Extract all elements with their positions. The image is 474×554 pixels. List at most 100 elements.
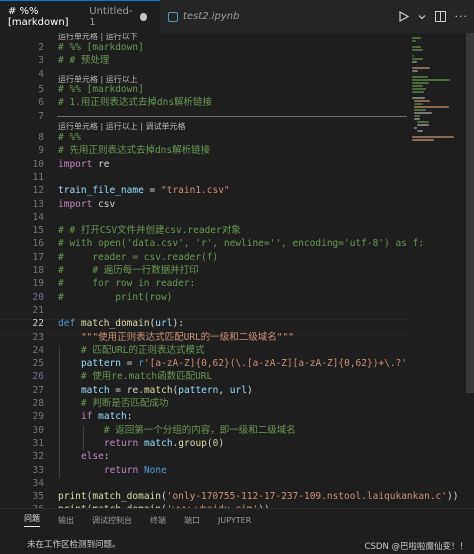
minimap-line: [412, 58, 423, 60]
code-text: # 匹配URL的正则表达式模式: [58, 344, 205, 356]
code-text: # # 打开CSV文件并创建csv.reader对象: [58, 225, 241, 237]
panel-tab-jupyter[interactable]: JUPYTER: [218, 516, 251, 525]
code-text: import csv: [58, 198, 116, 210]
code-line[interactable]: 23 """使用正则表达式匹配URL的一级和二级域名""": [0, 331, 410, 345]
code-line[interactable]: 11: [0, 171, 410, 185]
code-line[interactable]: 32 else:: [0, 450, 410, 464]
line-number: 6: [38, 97, 44, 109]
line-number: 30: [32, 424, 44, 436]
code-text: if match:: [80, 411, 133, 423]
editor-actions: ···: [398, 0, 469, 33]
code-text: pattern = r'[a-zA-Z]{0,62}(\.[a-zA-Z][a-…: [80, 358, 408, 370]
code-line[interactable]: 9 # 先用正则表达式去掉dns解析链接: [0, 144, 410, 158]
code-line[interactable]: 24 # 匹配URL的正则表达式模式: [0, 344, 410, 358]
code-text: else:: [80, 451, 110, 463]
tab-label: # %% [markdown]: [8, 6, 69, 28]
minimap-line: [412, 40, 417, 42]
tab-untitled-1[interactable]: # %% [markdown] Untitled-1: [0, 0, 160, 33]
minimap-line: [412, 91, 424, 93]
code-text: # 使用re.match函数匹配URL: [58, 371, 213, 383]
code-text: # reader = csv.reader(f): [58, 251, 219, 263]
line-number: 35: [32, 491, 44, 503]
code-text: """使用正则表达式匹配URL的一级和二级域名""": [80, 331, 294, 343]
tab-test2-ipynb[interactable]: test2.ipynb: [160, 0, 255, 33]
code-line[interactable]: 10 import re: [0, 158, 410, 172]
code-line[interactable]: 14: [0, 211, 410, 225]
minimap-line: [412, 88, 427, 90]
minimap-line: [412, 79, 451, 81]
minimap-line: [414, 112, 433, 114]
code-line[interactable]: 18 # # 遍历每一行数据并打印: [0, 264, 410, 278]
more-icon[interactable]: ···: [455, 10, 469, 23]
line-number: 8: [38, 132, 44, 143]
minimap-line: [412, 46, 421, 48]
code-text: # 返回第一个分组的内容，即一级和二级域名: [58, 424, 296, 436]
line-number: 5: [38, 84, 44, 95]
code-text: # # 预处理: [58, 55, 110, 67]
code-line[interactable]: 25 pattern = r'[a-zA-Z]{0,62}(\.[a-zA-Z]…: [0, 357, 410, 371]
line-number: 2: [38, 42, 44, 53]
vertical-scrollbar[interactable]: [466, 33, 474, 508]
code-text: # 先用正则表达式去掉dns解析链接: [58, 145, 211, 157]
code-line[interactable]: 22 def match_domain(url):: [0, 317, 410, 331]
code-line[interactable]: 4: [0, 68, 410, 82]
code-line[interactable]: 19 # for row in reader:: [0, 277, 410, 291]
minimap-line: [412, 82, 429, 84]
panel-tab-problems[interactable]: 问题: [24, 513, 40, 527]
minimap-line: [414, 118, 420, 120]
panel-tab-output[interactable]: 输出: [58, 515, 74, 526]
code-line[interactable]: 15 # # 打开CSV文件并创建csv.reader对象: [0, 224, 410, 238]
minimap-line: [414, 103, 424, 105]
line-number: 27: [32, 384, 44, 396]
code-line[interactable]: 16 # with open('data.csv', 'r', newline='…: [0, 237, 425, 251]
editor-tab-bar: # %% [markdown] Untitled-1 test2.ipynb ·…: [0, 0, 474, 34]
code-line[interactable]: 13 import csv: [0, 198, 410, 212]
tab-suffix: Untitled-1: [89, 6, 133, 28]
code-line[interactable]: 33 return None: [0, 464, 410, 478]
unsaved-dot-icon[interactable]: [140, 13, 147, 21]
code-text: # 判断是否匹配成功: [58, 398, 169, 409]
code-editor[interactable]: 运行单元格 | 运行以下 运行单元格 | 运行以上 运行单元格 | 运行以上 |…: [0, 33, 474, 508]
code-line[interactable]: 21: [0, 304, 410, 318]
minimap-line: [416, 121, 430, 123]
minimap[interactable]: [410, 33, 466, 508]
code-line[interactable]: 12 train_file_name = "train1.csv": [0, 184, 410, 198]
code-line[interactable]: 5 # %% [markdown]: [0, 83, 410, 97]
panel-tab-terminal[interactable]: 终端: [150, 515, 166, 526]
code-line[interactable]: 8 # %%: [0, 131, 410, 145]
code-text: print(match_domain('only-170755-112-17-2…: [58, 491, 459, 503]
code-line[interactable]: 30 # 返回第一个分组的内容，即一级和二级域名: [0, 424, 410, 438]
code-line[interactable]: 2 # %% [markdown]: [0, 41, 410, 55]
code-line[interactable]: 26 # 使用re.match函数匹配URL: [0, 370, 410, 384]
code-line[interactable]: 6 # 1.用正则表达式去掉dns解析链接: [0, 96, 410, 110]
code-text: # print(row): [58, 291, 173, 303]
panel-tab-ports[interactable]: 端口: [184, 515, 200, 526]
minimap-line: [412, 97, 426, 99]
code-line[interactable]: 34: [0, 477, 410, 491]
panel-tab-debug-console[interactable]: 调试控制台: [92, 515, 132, 526]
line-number: 10: [32, 158, 44, 170]
code-text: return match.group(0): [103, 437, 225, 449]
minimap-line: [414, 127, 418, 129]
code-line[interactable]: 29 if match:: [0, 410, 410, 424]
minimap-line: [412, 85, 423, 87]
line-number: 15: [32, 225, 44, 237]
code-line[interactable]: 3 # # 预处理: [0, 54, 410, 68]
line-number: 7: [38, 110, 44, 122]
code-line[interactable]: 35 print(match_domain('only-170755-112-17…: [0, 490, 459, 504]
code-line[interactable]: 31 return match.group(0): [0, 437, 410, 451]
code-text: # # 遍历每一行数据并打印: [58, 265, 199, 276]
code-line[interactable]: 28 # 判断是否匹配成功: [0, 397, 410, 411]
line-number: 24: [32, 344, 44, 356]
tab-label: test2.ipynb: [183, 11, 240, 22]
minimap-line: [416, 130, 424, 132]
minimap-line: [412, 70, 418, 72]
scrollbar-thumb[interactable]: [466, 33, 474, 393]
code-line[interactable]: 17 # reader = csv.reader(f): [0, 251, 410, 265]
chevron-down-icon[interactable]: [418, 13, 426, 21]
code-line[interactable]: 20 # print(row): [0, 291, 410, 305]
split-editor-icon[interactable]: [434, 11, 446, 22]
code-line[interactable]: 7: [0, 110, 410, 124]
code-line[interactable]: 27 match = re.match(pattern, url): [0, 384, 410, 398]
run-icon[interactable]: [398, 11, 409, 22]
